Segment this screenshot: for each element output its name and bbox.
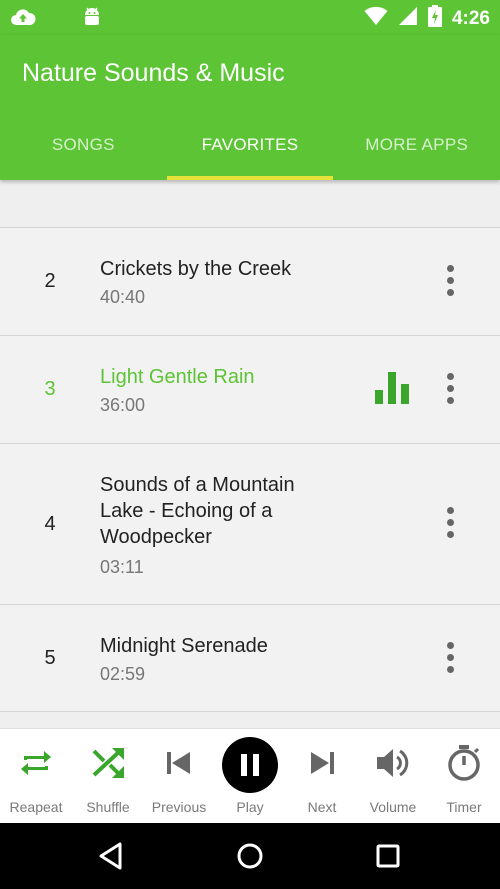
shuffle-button[interactable]: Shuffle bbox=[72, 729, 144, 824]
track-number: 2 bbox=[44, 270, 56, 292]
more-options-icon[interactable] bbox=[438, 507, 462, 541]
volume-label: Volume bbox=[369, 799, 417, 815]
pause-icon bbox=[222, 737, 278, 798]
back-icon bbox=[99, 842, 122, 870]
equalizer-icon bbox=[375, 372, 411, 404]
cloud-upload-icon bbox=[10, 7, 36, 32]
play-pause-button[interactable]: Play bbox=[214, 729, 286, 824]
player-controls: Reapeat Shuffle Previous Play Next Volum… bbox=[0, 728, 500, 823]
track-title: Crickets by the Creek bbox=[100, 258, 292, 280]
track-row[interactable]: 2 Crickets by the Creek 40:40 bbox=[0, 228, 500, 336]
repeat-button[interactable]: Reapeat bbox=[0, 729, 72, 824]
timer-button[interactable]: Timer bbox=[428, 729, 500, 824]
tab-more-apps[interactable]: MORE APPS bbox=[333, 127, 500, 180]
track-duration: 02:59 bbox=[100, 664, 146, 684]
more-options-icon[interactable] bbox=[438, 373, 462, 407]
volume-icon bbox=[373, 743, 413, 788]
back-button[interactable] bbox=[72, 823, 152, 889]
skip-previous-icon bbox=[159, 743, 199, 788]
tab-favorites[interactable]: FAVORITES bbox=[166, 127, 334, 180]
android-icon bbox=[82, 6, 102, 33]
play-label: Play bbox=[236, 799, 264, 815]
battery-icon bbox=[427, 5, 442, 32]
previous-button[interactable]: Previous bbox=[143, 729, 215, 824]
home-button[interactable] bbox=[210, 823, 290, 889]
track-number: 3 bbox=[44, 378, 56, 400]
wifi-icon bbox=[364, 6, 388, 31]
timer-icon bbox=[444, 743, 484, 788]
volume-button[interactable]: Volume bbox=[357, 729, 429, 824]
track-title: Sounds of a Mountain Lake - Echoing of a… bbox=[100, 474, 295, 548]
track-duration: 03:11 bbox=[100, 557, 144, 577]
track-duration: 36:00 bbox=[100, 395, 146, 415]
track-number: 4 bbox=[44, 513, 56, 535]
system-icons: 4:26 bbox=[364, 5, 490, 32]
track-title: Light Gentle Rain bbox=[100, 366, 255, 388]
previous-label: Previous bbox=[151, 799, 207, 815]
track-duration: 40:40 bbox=[100, 287, 146, 307]
signal-icon bbox=[398, 6, 418, 31]
app-bar: Nature Sounds & Music SONGS FAVORITES MO… bbox=[0, 35, 500, 180]
more-options-icon[interactable] bbox=[438, 642, 462, 676]
repeat-icon bbox=[16, 743, 56, 788]
track-title: Midnight Serenade bbox=[100, 635, 268, 657]
tab-songs[interactable]: SONGS bbox=[0, 127, 167, 180]
repeat-label: Reapeat bbox=[9, 799, 63, 815]
track-row[interactable]: 4 Sounds of a Mountain Lake - Echoing of… bbox=[0, 444, 500, 605]
track-list: 2 Crickets by the Creek 40:40 3 Light Ge… bbox=[0, 180, 500, 712]
list-spacer bbox=[0, 180, 500, 228]
track-row[interactable]: 5 Midnight Serenade 02:59 bbox=[0, 605, 500, 712]
app-title: Nature Sounds & Music bbox=[22, 59, 285, 87]
timer-label: Timer bbox=[446, 799, 482, 815]
recents-icon bbox=[376, 844, 400, 868]
next-button[interactable]: Next bbox=[286, 729, 358, 824]
track-number: 5 bbox=[44, 647, 56, 669]
shuffle-icon bbox=[88, 743, 128, 788]
tab-bar: SONGS FAVORITES MORE APPS bbox=[0, 127, 500, 180]
next-label: Next bbox=[307, 799, 337, 815]
system-nav-bar bbox=[0, 823, 500, 889]
more-options-icon[interactable] bbox=[438, 265, 462, 299]
track-row-playing[interactable]: 3 Light Gentle Rain 36:00 bbox=[0, 336, 500, 444]
music-note-icon bbox=[48, 6, 70, 33]
skip-next-icon bbox=[302, 743, 342, 788]
screen: 4:26 Nature Sounds & Music SONGS FAVORIT… bbox=[0, 0, 500, 889]
notification-icons bbox=[10, 6, 102, 33]
clock: 4:26 bbox=[451, 7, 490, 29]
status-bar: 4:26 bbox=[0, 0, 500, 35]
recents-button[interactable] bbox=[348, 823, 428, 889]
home-icon bbox=[237, 843, 263, 869]
shuffle-label: Shuffle bbox=[86, 799, 130, 815]
